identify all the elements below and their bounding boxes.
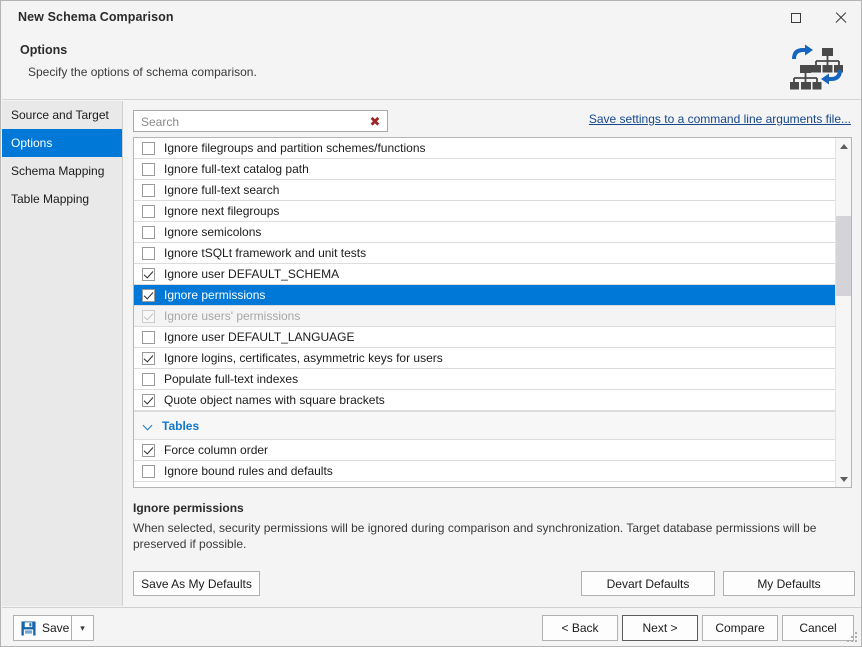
option-checkbox[interactable]: [142, 267, 155, 281]
option-checkbox[interactable]: [142, 204, 155, 218]
option-checkbox[interactable]: [142, 246, 155, 260]
option-label: Quote object names with square brackets: [164, 393, 385, 407]
sidebar-item-label: Options: [11, 136, 53, 150]
next-button[interactable]: Next >: [622, 615, 698, 641]
option-label: Ignore filegroups and partition schemes/…: [164, 141, 426, 155]
option-label: Force column order: [164, 443, 269, 457]
sidebar-item-source-and-target[interactable]: Source and Target: [2, 101, 122, 129]
table-row[interactable]: Ignore next filegroups: [134, 201, 836, 222]
floppy-disk-icon: [21, 620, 36, 636]
sidebar-item-label: Source and Target: [11, 108, 109, 122]
chevron-down-icon: ▾: [80, 622, 85, 633]
save-button[interactable]: Save: [13, 615, 72, 641]
devart-defaults-button[interactable]: Devart Defaults: [581, 571, 715, 596]
table-row[interactable]: Quote object names with square brackets: [134, 390, 836, 411]
option-checkbox[interactable]: [142, 393, 155, 407]
option-label: Ignore full-text catalog path: [164, 162, 309, 176]
sidebar-item-options[interactable]: Options: [2, 129, 122, 157]
option-checkbox[interactable]: [142, 330, 155, 344]
option-label: Ignore users' permissions: [164, 309, 301, 323]
scroll-down-button[interactable]: [836, 471, 851, 487]
description-title: Ignore permissions: [133, 501, 244, 515]
save-button-label: Save: [42, 621, 70, 635]
maximize-icon: [791, 12, 801, 23]
option-checkbox[interactable]: [142, 162, 155, 176]
option-checkbox[interactable]: [142, 183, 155, 197]
option-label: Ignore bound rules and defaults: [164, 464, 333, 478]
option-label: Ignore user DEFAULT_LANGUAGE: [164, 330, 355, 344]
option-label: Ignore logins, certificates, asymmetric …: [164, 351, 443, 365]
option-checkbox: [142, 309, 155, 323]
triangle-down-icon: [839, 476, 848, 482]
option-checkbox[interactable]: [142, 443, 155, 457]
save-split-button: Save ▾: [13, 615, 94, 641]
option-label: Ignore permissions: [164, 288, 266, 302]
title-bar: New Schema Comparison: [1, 1, 861, 34]
page-subtitle: Specify the options of schema comparison…: [28, 65, 257, 79]
table-row[interactable]: Populate full-text indexes: [134, 369, 836, 390]
table-row[interactable]: Ignore full-text search: [134, 180, 836, 201]
table-row[interactable]: Ignore bound rules and defaults: [134, 461, 836, 482]
option-label: Ignore tSQLt framework and unit tests: [164, 246, 367, 260]
new-schema-comparison-dialog: New Schema Comparison Options Specify th…: [0, 0, 862, 647]
options-panel: ✖ Save settings to a command line argume…: [123, 101, 861, 606]
schema-comparison-icon: [790, 44, 843, 90]
option-label: Ignore semicolons: [164, 225, 262, 239]
search-clear-icon[interactable]: ✖: [367, 113, 383, 129]
table-row[interactable]: Ignore permissions: [134, 285, 836, 306]
page-title: Options: [20, 43, 68, 57]
resize-grip[interactable]: [847, 632, 859, 644]
back-button[interactable]: < Back: [542, 615, 618, 641]
option-checkbox[interactable]: [142, 225, 155, 239]
save-dropdown-button[interactable]: ▾: [72, 615, 94, 641]
description-body: When selected, security permissions will…: [133, 521, 817, 551]
search-box[interactable]: ✖: [133, 110, 388, 133]
options-list-scrollbar[interactable]: [835, 138, 851, 487]
options-list-rows: Ignore filegroups and partition schemes/…: [134, 138, 836, 487]
scrollbar-thumb[interactable]: [836, 216, 851, 296]
option-checkbox[interactable]: [142, 141, 155, 155]
close-button[interactable]: [818, 1, 861, 34]
option-label: Ignore next filegroups: [164, 204, 280, 218]
table-row[interactable]: Ignore full-text catalog path: [134, 159, 836, 180]
maximize-button[interactable]: [774, 1, 818, 34]
close-icon: [834, 11, 847, 24]
save-as-my-defaults-button[interactable]: Save As My Defaults: [133, 571, 260, 596]
option-checkbox[interactable]: [142, 372, 155, 386]
table-row[interactable]: Ignore filegroups and partition schemes/…: [134, 138, 836, 159]
window-title: New Schema Comparison: [18, 10, 174, 24]
group-label: Tables: [162, 418, 200, 433]
options-list: Ignore filegroups and partition schemes/…: [133, 137, 852, 488]
header-band: Options Specify the options of schema co…: [2, 34, 861, 100]
sidebar-item-table-mapping[interactable]: Table Mapping: [2, 185, 122, 213]
chevron-down-icon: [143, 420, 155, 432]
search-input[interactable]: [139, 111, 358, 133]
cancel-button[interactable]: Cancel: [782, 615, 854, 641]
table-row[interactable]: Ignore user DEFAULT_LANGUAGE: [134, 327, 836, 348]
table-row[interactable]: Ignore tSQLt framework and unit tests: [134, 243, 836, 264]
sidebar-item-label: Schema Mapping: [11, 164, 105, 178]
option-label: Ignore user DEFAULT_SCHEMA: [164, 267, 340, 281]
option-label: Ignore full-text search: [164, 183, 280, 197]
table-row[interactable]: Force column order: [134, 440, 836, 461]
table-row[interactable]: Ignore user DEFAULT_SCHEMA: [134, 264, 836, 285]
my-defaults-button[interactable]: My Defaults: [723, 571, 855, 596]
option-checkbox[interactable]: [142, 288, 155, 302]
sidebar-item-schema-mapping[interactable]: Schema Mapping: [2, 157, 122, 185]
compare-button[interactable]: Compare: [702, 615, 778, 641]
triangle-up-icon: [839, 143, 848, 149]
table-row: Ignore users' permissions: [134, 306, 836, 327]
scroll-up-button[interactable]: [836, 138, 851, 154]
option-checkbox[interactable]: [142, 351, 155, 365]
table-row[interactable]: Ignore semicolons: [134, 222, 836, 243]
option-label: Populate full-text indexes: [164, 372, 299, 386]
footer-bar: Save ▾ < Back Next > Compare Cancel: [2, 607, 861, 646]
sidebar-item-label: Table Mapping: [11, 192, 90, 206]
group-header-tables[interactable]: Tables: [134, 411, 836, 440]
save-command-line-args-link[interactable]: Save settings to a command line argument…: [589, 112, 851, 126]
option-checkbox[interactable]: [142, 464, 155, 478]
wizard-sidebar: Source and Target Options Schema Mapping…: [2, 101, 123, 606]
table-row[interactable]: Ignore logins, certificates, asymmetric …: [134, 348, 836, 369]
